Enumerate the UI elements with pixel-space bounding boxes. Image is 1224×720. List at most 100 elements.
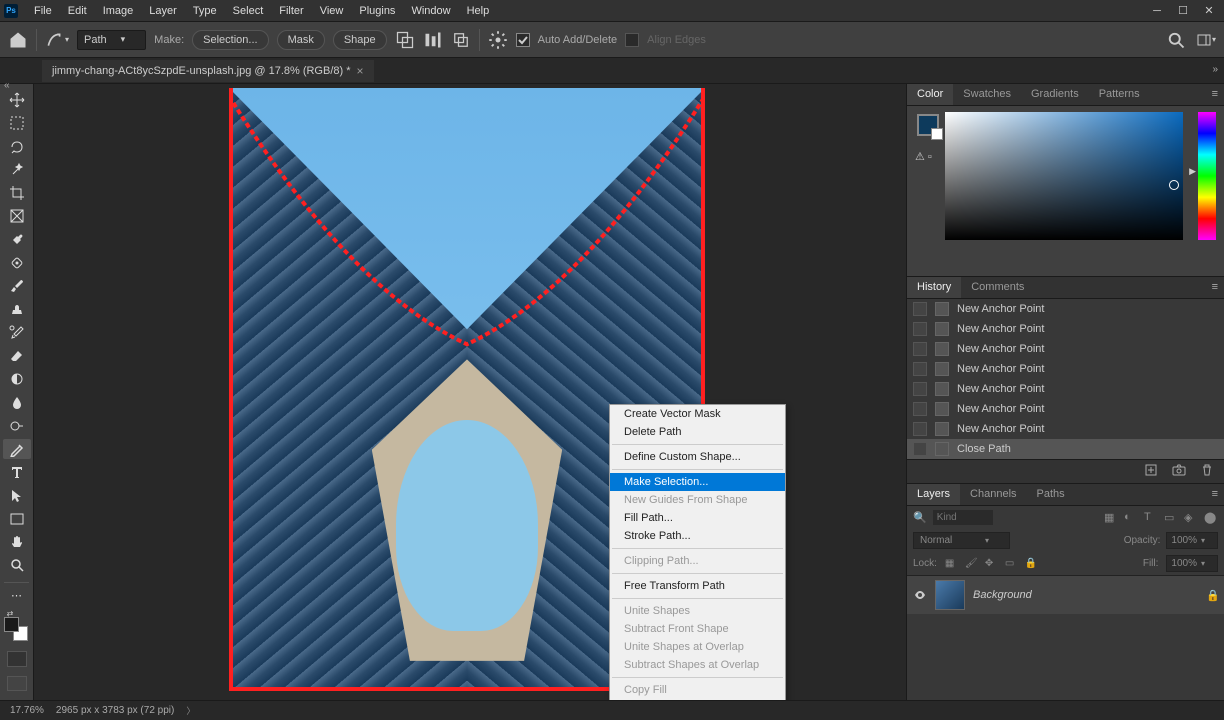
panel-menu-icon[interactable]: ≡	[1206, 484, 1224, 505]
lock-artboard-icon[interactable]: ▭	[1005, 558, 1017, 570]
layer-list[interactable]: Background 🔒	[907, 576, 1224, 700]
canvas-area[interactable]: Create Vector MaskDelete PathDefine Cust…	[34, 84, 906, 700]
lock-icon[interactable]: 🔒	[1206, 589, 1218, 601]
history-item[interactable]: New Anchor Point	[907, 359, 1224, 379]
zoom-level[interactable]: 17.76%	[10, 705, 44, 716]
filter-kind-input[interactable]	[933, 510, 993, 525]
history-checkbox[interactable]	[913, 302, 927, 316]
color-background-swatch[interactable]	[931, 128, 943, 140]
expand-panels-icon[interactable]: »	[1212, 64, 1218, 75]
dodge-tool[interactable]	[3, 416, 31, 436]
menu-filter[interactable]: Filter	[271, 2, 311, 20]
layer-thumbnail[interactable]	[935, 580, 965, 610]
zoom-tool[interactable]	[3, 555, 31, 575]
path-selection-tool[interactable]	[3, 486, 31, 506]
history-checkbox[interactable]	[913, 382, 927, 396]
context-menu-item[interactable]: Delete Path	[610, 423, 785, 441]
anchor-point[interactable]	[701, 88, 705, 92]
history-item[interactable]: New Anchor Point	[907, 319, 1224, 339]
gradient-tool[interactable]	[3, 369, 31, 389]
move-tool[interactable]	[3, 90, 31, 110]
context-menu-item[interactable]: Free Transform Path	[610, 577, 785, 595]
lock-position-icon[interactable]: ✥	[985, 558, 997, 570]
layer-name[interactable]: Background	[973, 589, 1032, 601]
brush-tool[interactable]	[3, 276, 31, 296]
menu-file[interactable]: File	[26, 2, 60, 20]
blur-tool[interactable]	[3, 392, 31, 412]
context-menu-item[interactable]: Make Selection...	[610, 473, 785, 491]
lasso-tool[interactable]	[3, 137, 31, 157]
history-brush-tool[interactable]	[3, 323, 31, 343]
document-tab[interactable]: jimmy-chang-ACt8ycSzpdE-unsplash.jpg @ 1…	[42, 60, 374, 82]
quick-mask-icon[interactable]	[7, 651, 27, 667]
color-picker-cursor[interactable]	[1169, 180, 1179, 190]
hand-tool[interactable]	[3, 532, 31, 552]
history-item[interactable]: New Anchor Point	[907, 379, 1224, 399]
tab-paths[interactable]: Paths	[1027, 484, 1075, 505]
screen-mode-icon[interactable]	[7, 676, 27, 692]
make-selection-button[interactable]: Selection...	[192, 30, 268, 50]
filter-smartobj-icon[interactable]: ◈	[1184, 511, 1198, 525]
history-checkbox[interactable]	[913, 362, 927, 376]
history-item[interactable]: New Anchor Point	[907, 339, 1224, 359]
context-menu-item[interactable]: Define Custom Shape...	[610, 448, 785, 466]
filter-type-icon[interactable]: T	[1144, 511, 1158, 525]
panel-menu-icon[interactable]: ≡	[1206, 277, 1224, 298]
gear-icon[interactable]	[488, 31, 508, 49]
trash-icon[interactable]	[1200, 463, 1214, 480]
path-operations-icon[interactable]	[395, 31, 415, 49]
status-menu-icon[interactable]: 〉	[186, 704, 195, 717]
panel-menu-icon[interactable]: ≡	[1206, 84, 1224, 105]
maximize-button[interactable]: ☐	[1176, 4, 1190, 18]
path-alignment-icon[interactable]	[423, 31, 443, 49]
lock-all-icon[interactable]: 🔒	[1025, 558, 1037, 570]
menu-layer[interactable]: Layer	[141, 2, 185, 20]
tab-swatches[interactable]: Swatches	[953, 84, 1021, 105]
blend-mode-select[interactable]: Normal ▾	[913, 532, 1010, 549]
history-checkbox[interactable]	[913, 322, 927, 336]
filter-pixel-icon[interactable]: ▦	[1104, 511, 1118, 525]
type-tool[interactable]	[3, 462, 31, 482]
clone-stamp-tool[interactable]	[3, 299, 31, 319]
history-checkbox[interactable]	[913, 442, 927, 456]
tab-comments[interactable]: Comments	[961, 277, 1034, 298]
filter-search-icon[interactable]: 🔍	[913, 511, 927, 524]
lock-transparency-icon[interactable]: ▦	[945, 558, 957, 570]
history-item[interactable]: Close Path	[907, 439, 1224, 459]
foreground-color[interactable]	[4, 617, 19, 632]
history-item[interactable]: New Anchor Point	[907, 419, 1224, 439]
tab-gradients[interactable]: Gradients	[1021, 84, 1089, 105]
gamut-warning-icon[interactable]: ⚠ ▫	[915, 150, 932, 163]
history-checkbox[interactable]	[913, 402, 927, 416]
menu-edit[interactable]: Edit	[60, 2, 95, 20]
document-info[interactable]: 2965 px x 3783 px (72 ppi)	[56, 705, 174, 716]
create-document-icon[interactable]	[1144, 463, 1158, 480]
magic-wand-tool[interactable]	[3, 160, 31, 180]
healing-tool[interactable]	[3, 253, 31, 273]
rectangle-tool[interactable]	[3, 509, 31, 529]
context-menu-item[interactable]: Fill Path...	[610, 509, 785, 527]
filter-toggle-icon[interactable]: ⬤	[1204, 511, 1218, 525]
crop-tool[interactable]	[3, 183, 31, 203]
menu-window[interactable]: Window	[403, 2, 458, 20]
align-edges-checkbox[interactable]	[625, 33, 639, 47]
menu-view[interactable]: View	[312, 2, 352, 20]
edit-toolbar-icon[interactable]: ⋯	[3, 589, 31, 603]
filter-shape-icon[interactable]: ▭	[1164, 511, 1178, 525]
eraser-tool[interactable]	[3, 346, 31, 366]
tab-color[interactable]: Color	[907, 84, 953, 105]
menu-help[interactable]: Help	[459, 2, 498, 20]
tab-history[interactable]: History	[907, 277, 961, 298]
marquee-tool[interactable]	[3, 113, 31, 133]
history-item[interactable]: New Anchor Point	[907, 399, 1224, 419]
lock-image-icon[interactable]: 🖌	[965, 558, 977, 570]
auto-add-delete-checkbox[interactable]	[516, 33, 530, 47]
home-button[interactable]	[8, 31, 28, 49]
frame-tool[interactable]	[3, 206, 31, 226]
history-checkbox[interactable]	[913, 422, 927, 436]
make-shape-button[interactable]: Shape	[333, 30, 387, 50]
search-icon[interactable]	[1166, 31, 1186, 49]
eyedropper-tool[interactable]	[3, 230, 31, 250]
swap-colors-icon[interactable]: ⇄	[4, 609, 16, 617]
path-mode-select[interactable]: Path ▾	[77, 30, 146, 50]
